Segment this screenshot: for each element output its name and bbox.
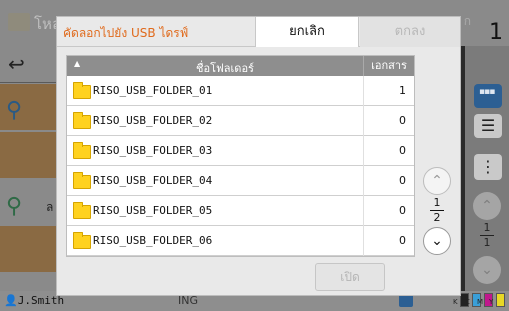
more-options-icon: ⋮ (474, 154, 502, 180)
divider (0, 82, 56, 83)
document-count: 1 (399, 84, 406, 97)
document-count: 0 (399, 174, 406, 187)
cancel-button[interactable]: ยกเลิก (255, 17, 359, 47)
ok-button[interactable]: ตกลง (360, 17, 460, 47)
ink-levels: K C M Y (453, 293, 505, 307)
divider (363, 136, 364, 166)
background-header-label: ก (463, 14, 471, 28)
grid-view-icon (474, 84, 502, 108)
folder-icon (73, 142, 91, 159)
sidebar-tile (0, 132, 56, 178)
background-pager: 1 1 (480, 222, 494, 249)
background-sidebar: ↩ ⚲ ⚲ ล (0, 46, 56, 291)
page-total: 1 (483, 236, 491, 249)
back-icon: ↩ (8, 52, 25, 76)
page-total: 2 (433, 211, 441, 224)
background-right-panel: ☰ ⋮ ⌃ 1 1 ⌄ (465, 46, 509, 291)
background-count: 1 (489, 20, 503, 45)
copy-to-usb-dialog: คัดลอกไปยัง USB ไดรฟ์ ยกเลิก ตกลง ▲ ชื่อ… (56, 16, 461, 296)
folder-name: RISO_USB_FOLDER_06 (93, 234, 213, 247)
folder-table: ▲ ชื่อโฟลเดอร์ เอกสาร RISO_USB_FOLDER_01… (66, 55, 415, 257)
dialog-title: คัดลอกไปยัง USB ไดรฟ์ (63, 26, 189, 40)
page-indicator: 1 2 (423, 197, 451, 224)
folder-icon (73, 172, 91, 189)
table-row[interactable]: RISO_USB_FOLDER_05 0 (67, 196, 414, 226)
dialog-header: คัดลอกไปยัง USB ไดรฟ์ ยกเลิก ตกลง (57, 17, 460, 47)
column-folder-name[interactable]: ชื่อโฟลเดอร์ (87, 59, 363, 77)
table-row[interactable]: RISO_USB_FOLDER_03 0 (67, 136, 414, 166)
list-view-icon: ☰ (474, 114, 502, 138)
folder-icon (73, 232, 91, 249)
scroll-up-icon: ⌃ (473, 192, 501, 220)
folder-name: RISO_USB_FOLDER_01 (93, 84, 213, 97)
sidebar-tile (0, 226, 56, 272)
folder-name: RISO_USB_FOLDER_02 (93, 114, 213, 127)
table-header: ▲ ชื่อโฟลเดอร์ เอกสาร (67, 56, 414, 76)
column-documents[interactable]: เอกสาร (363, 56, 414, 76)
divider (363, 76, 364, 106)
page-current: 1 (483, 221, 491, 234)
folder-icon (73, 112, 91, 129)
folder-icon (73, 82, 91, 99)
document-count: 0 (399, 204, 406, 217)
document-count: 0 (399, 144, 406, 157)
chevron-up-icon: ⌃ (431, 173, 443, 189)
folder-name: RISO_USB_FOLDER_03 (93, 144, 213, 157)
scroll-down-icon: ⌄ (473, 256, 501, 284)
table-row[interactable]: RISO_USB_FOLDER_02 0 (67, 106, 414, 136)
table-row[interactable]: RISO_USB_FOLDER_06 0 (67, 226, 414, 256)
scroll-down-button[interactable]: ⌄ (423, 227, 451, 255)
folder-icon (8, 13, 30, 31)
table-row[interactable]: RISO_USB_FOLDER_01 1 (67, 76, 414, 106)
divider (363, 196, 364, 226)
divider (363, 166, 364, 196)
folder-icon (73, 202, 91, 219)
table-row[interactable]: RISO_USB_FOLDER_04 0 (67, 166, 414, 196)
sort-ascending-icon[interactable]: ▲ (74, 59, 80, 68)
ink-yellow-icon: Y (489, 293, 505, 307)
document-count: 0 (399, 114, 406, 127)
folder-name: RISO_USB_FOLDER_04 (93, 174, 213, 187)
scroll-up-button[interactable]: ⌃ (423, 167, 451, 195)
folder-name: RISO_USB_FOLDER_05 (93, 204, 213, 217)
background-side-label: ล (46, 200, 54, 214)
page-current: 1 (433, 196, 441, 209)
divider (363, 106, 364, 136)
document-count: 0 (399, 234, 406, 247)
chevron-down-icon: ⌄ (431, 233, 443, 249)
search-check-icon: ⚲ (6, 194, 23, 219)
open-button[interactable]: เปิด (315, 263, 385, 291)
search-icon: ⚲ (6, 98, 23, 123)
divider (363, 226, 364, 256)
